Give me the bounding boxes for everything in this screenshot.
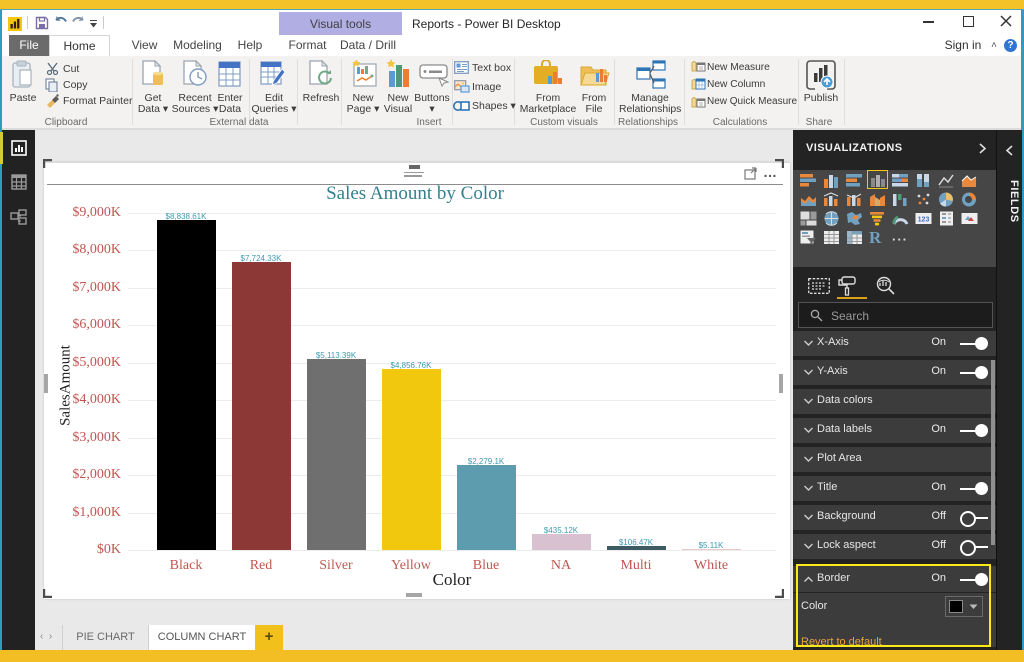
svg-text:123: 123	[918, 217, 930, 224]
